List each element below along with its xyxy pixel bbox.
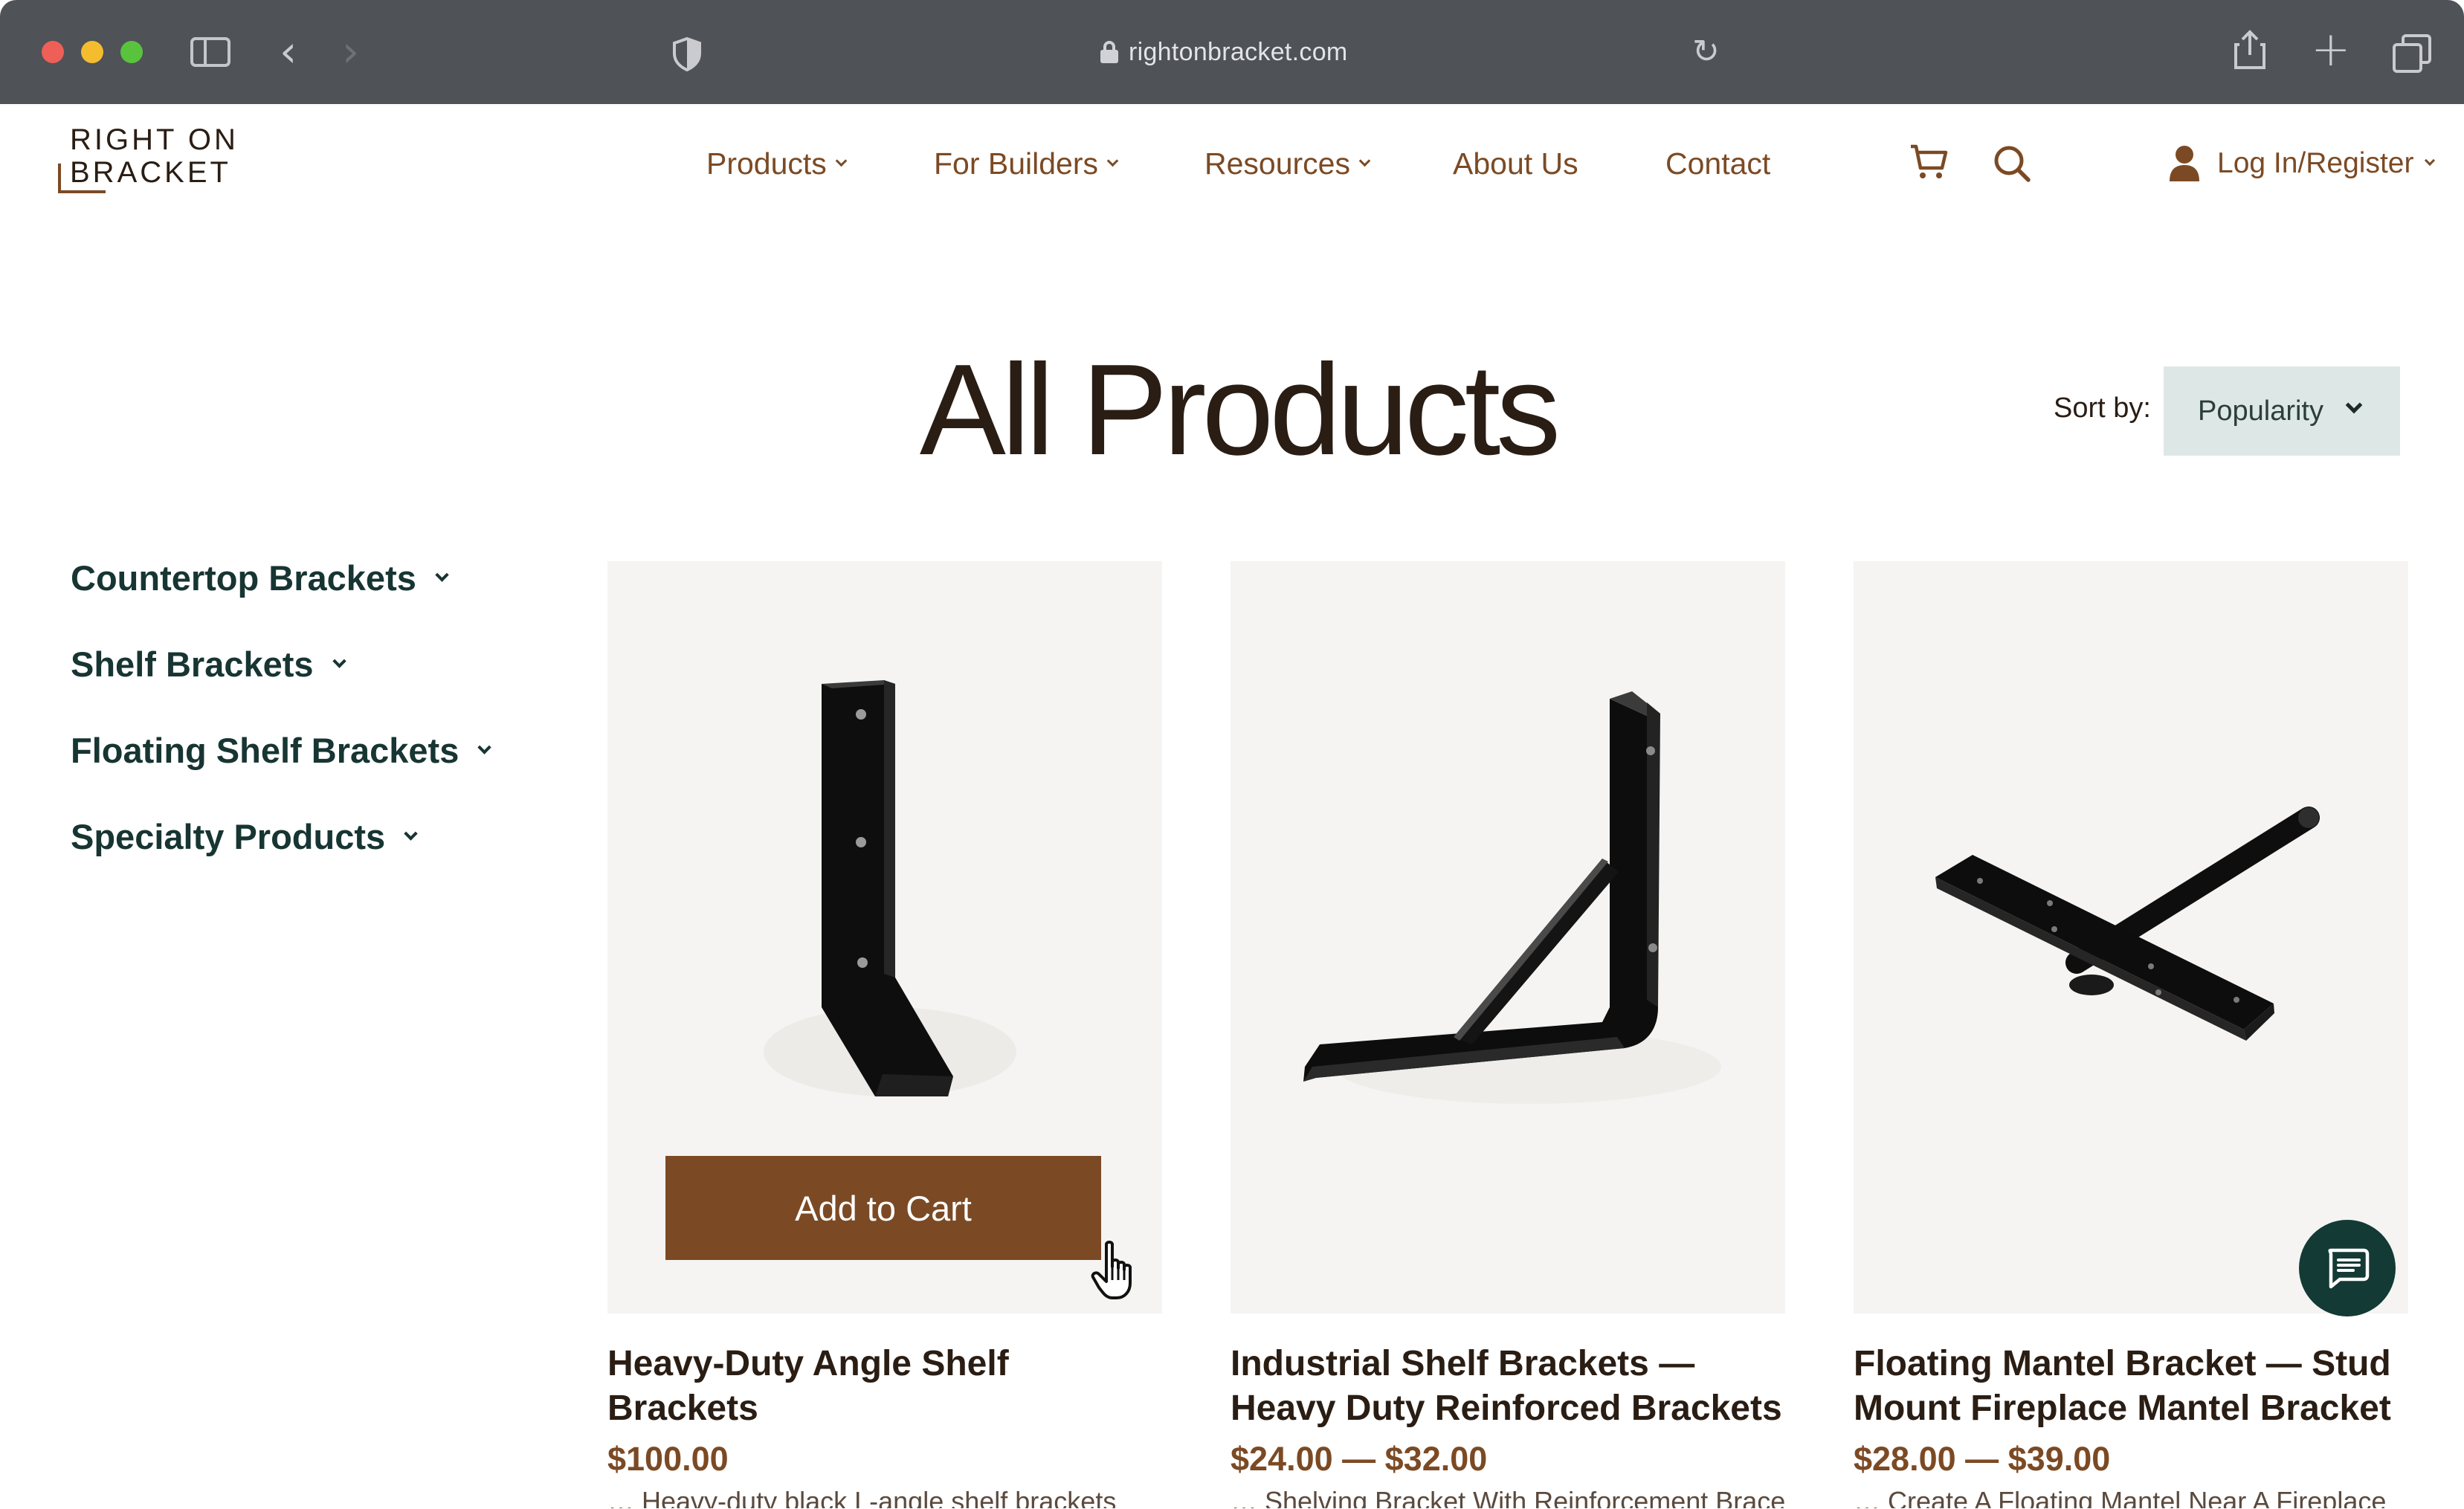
nav-products-label: Products <box>706 146 827 181</box>
product-title[interactable]: Floating Mantel Bracket — Stud Mount Fir… <box>1854 1342 2408 1431</box>
url-text: rightonbracket.com <box>1129 37 1348 66</box>
add-to-cart-button[interactable]: Add to Cart <box>665 1156 1101 1260</box>
sort-dropdown[interactable]: Popularity <box>2164 366 2400 456</box>
zoom-window-button[interactable] <box>120 41 143 63</box>
chevron-left-icon[interactable]: ‹ <box>280 30 297 73</box>
shield-icon[interactable] <box>672 36 702 75</box>
nav-about-us-label: About Us <box>1453 146 1578 181</box>
logo-text-line1: RIGHT ON <box>70 123 239 156</box>
close-window-button[interactable] <box>42 41 64 63</box>
category-label: Shelf Brackets <box>71 644 314 684</box>
share-icon[interactable] <box>2234 30 2266 74</box>
chat-button[interactable] <box>2299 1220 2396 1316</box>
sidebar-toggle-icon[interactable] <box>190 37 230 67</box>
site-logo[interactable]: RIGHT ON BRACKET <box>58 123 244 205</box>
chevron-down-icon <box>1106 155 1119 167</box>
chevron-right-icon[interactable]: › <box>342 30 359 73</box>
nav-contact-label: Contact <box>1665 146 1771 181</box>
nav-for-builders[interactable]: For Builders <box>934 141 1119 186</box>
product-description: … Heavy-duty black L-angle shelf bracket… <box>607 1486 1117 1508</box>
nav-products[interactable]: Products <box>706 141 848 186</box>
product-title[interactable]: Heavy-Duty Angle Shelf Brackets <box>607 1342 1162 1431</box>
chat-icon <box>2328 1248 2370 1289</box>
minimize-window-button[interactable] <box>81 41 103 63</box>
category-shelf-brackets[interactable]: Shelf Brackets <box>71 638 346 690</box>
chevron-down-icon <box>1358 155 1371 167</box>
category-countertop-brackets[interactable]: Countertop Brackets <box>71 552 449 604</box>
category-label: Floating Shelf Brackets <box>71 730 459 770</box>
product-image[interactable] <box>1231 561 1785 1313</box>
product-price: $24.00 — $32.00 <box>1231 1440 1488 1478</box>
cart-icon[interactable] <box>1909 143 1948 181</box>
chevron-down-icon <box>435 567 449 582</box>
reload-icon[interactable]: ↻ <box>1692 33 1720 71</box>
product-image[interactable] <box>1854 561 2408 1313</box>
product-description: … Create A Floating Mantel Near A Firepl… <box>1854 1486 2387 1508</box>
page-title: All Products <box>919 337 1561 482</box>
hand-pointer-cursor-icon <box>1090 1240 1142 1302</box>
product-price: $28.00 — $39.00 <box>1854 1440 2111 1478</box>
chevron-down-icon <box>332 653 346 668</box>
nav-contact[interactable]: Contact <box>1665 141 1770 186</box>
address-bar[interactable]: rightonbracket.com <box>1100 31 1348 73</box>
user-icon <box>2170 146 2199 181</box>
nav-resources[interactable]: Resources <box>1204 141 1371 186</box>
tabs-overview-icon[interactable] <box>2393 34 2431 73</box>
chevron-down-icon <box>477 740 492 754</box>
chevron-down-icon <box>404 826 418 841</box>
chevron-down-icon <box>835 155 848 167</box>
nav-resources-label: Resources <box>1204 146 1350 181</box>
search-icon[interactable] <box>1993 144 2031 183</box>
product-image[interactable]: Add to Cart <box>607 561 1162 1313</box>
account-label: Log In/Register <box>2217 147 2414 179</box>
nav-about-us[interactable]: About Us <box>1453 141 1578 186</box>
product-card[interactable]: Add to Cart Heavy-Duty Angle Shelf Brack… <box>607 561 1162 1508</box>
product-price: $100.00 <box>607 1440 729 1478</box>
sort-value: Popularity <box>2198 395 2323 427</box>
product-title[interactable]: Industrial Shelf Brackets — Heavy Duty R… <box>1231 1342 1785 1431</box>
browser-toolbar: ‹ › rightonbracket.com ↻ + <box>0 0 2464 104</box>
plus-icon[interactable]: + <box>2311 22 2351 77</box>
account-menu[interactable]: Log In/Register <box>2168 141 2435 186</box>
mantel-bracket-image <box>1935 807 2320 1041</box>
product-description: … Shelving Bracket With Reinforcement Br… <box>1231 1486 1785 1508</box>
logo-corner-mark <box>58 164 106 193</box>
nav-for-builders-label: For Builders <box>934 146 1099 181</box>
chevron-down-icon <box>2424 155 2435 167</box>
chevron-down-icon <box>2345 396 2363 414</box>
product-card[interactable]: Floating Mantel Bracket — Stud Mount Fir… <box>1854 561 2408 1508</box>
category-specialty-products[interactable]: Specialty Products <box>71 810 418 862</box>
product-card[interactable]: Industrial Shelf Brackets — Heavy Duty R… <box>1231 561 1785 1508</box>
lock-icon <box>1100 41 1118 63</box>
category-floating-shelf-brackets[interactable]: Floating Shelf Brackets <box>71 724 492 776</box>
category-label: Specialty Products <box>71 816 386 856</box>
reinforced-bracket-image <box>1303 691 1721 1104</box>
category-label: Countertop Brackets <box>71 558 416 598</box>
sort-label: Sort by: <box>2054 392 2151 424</box>
